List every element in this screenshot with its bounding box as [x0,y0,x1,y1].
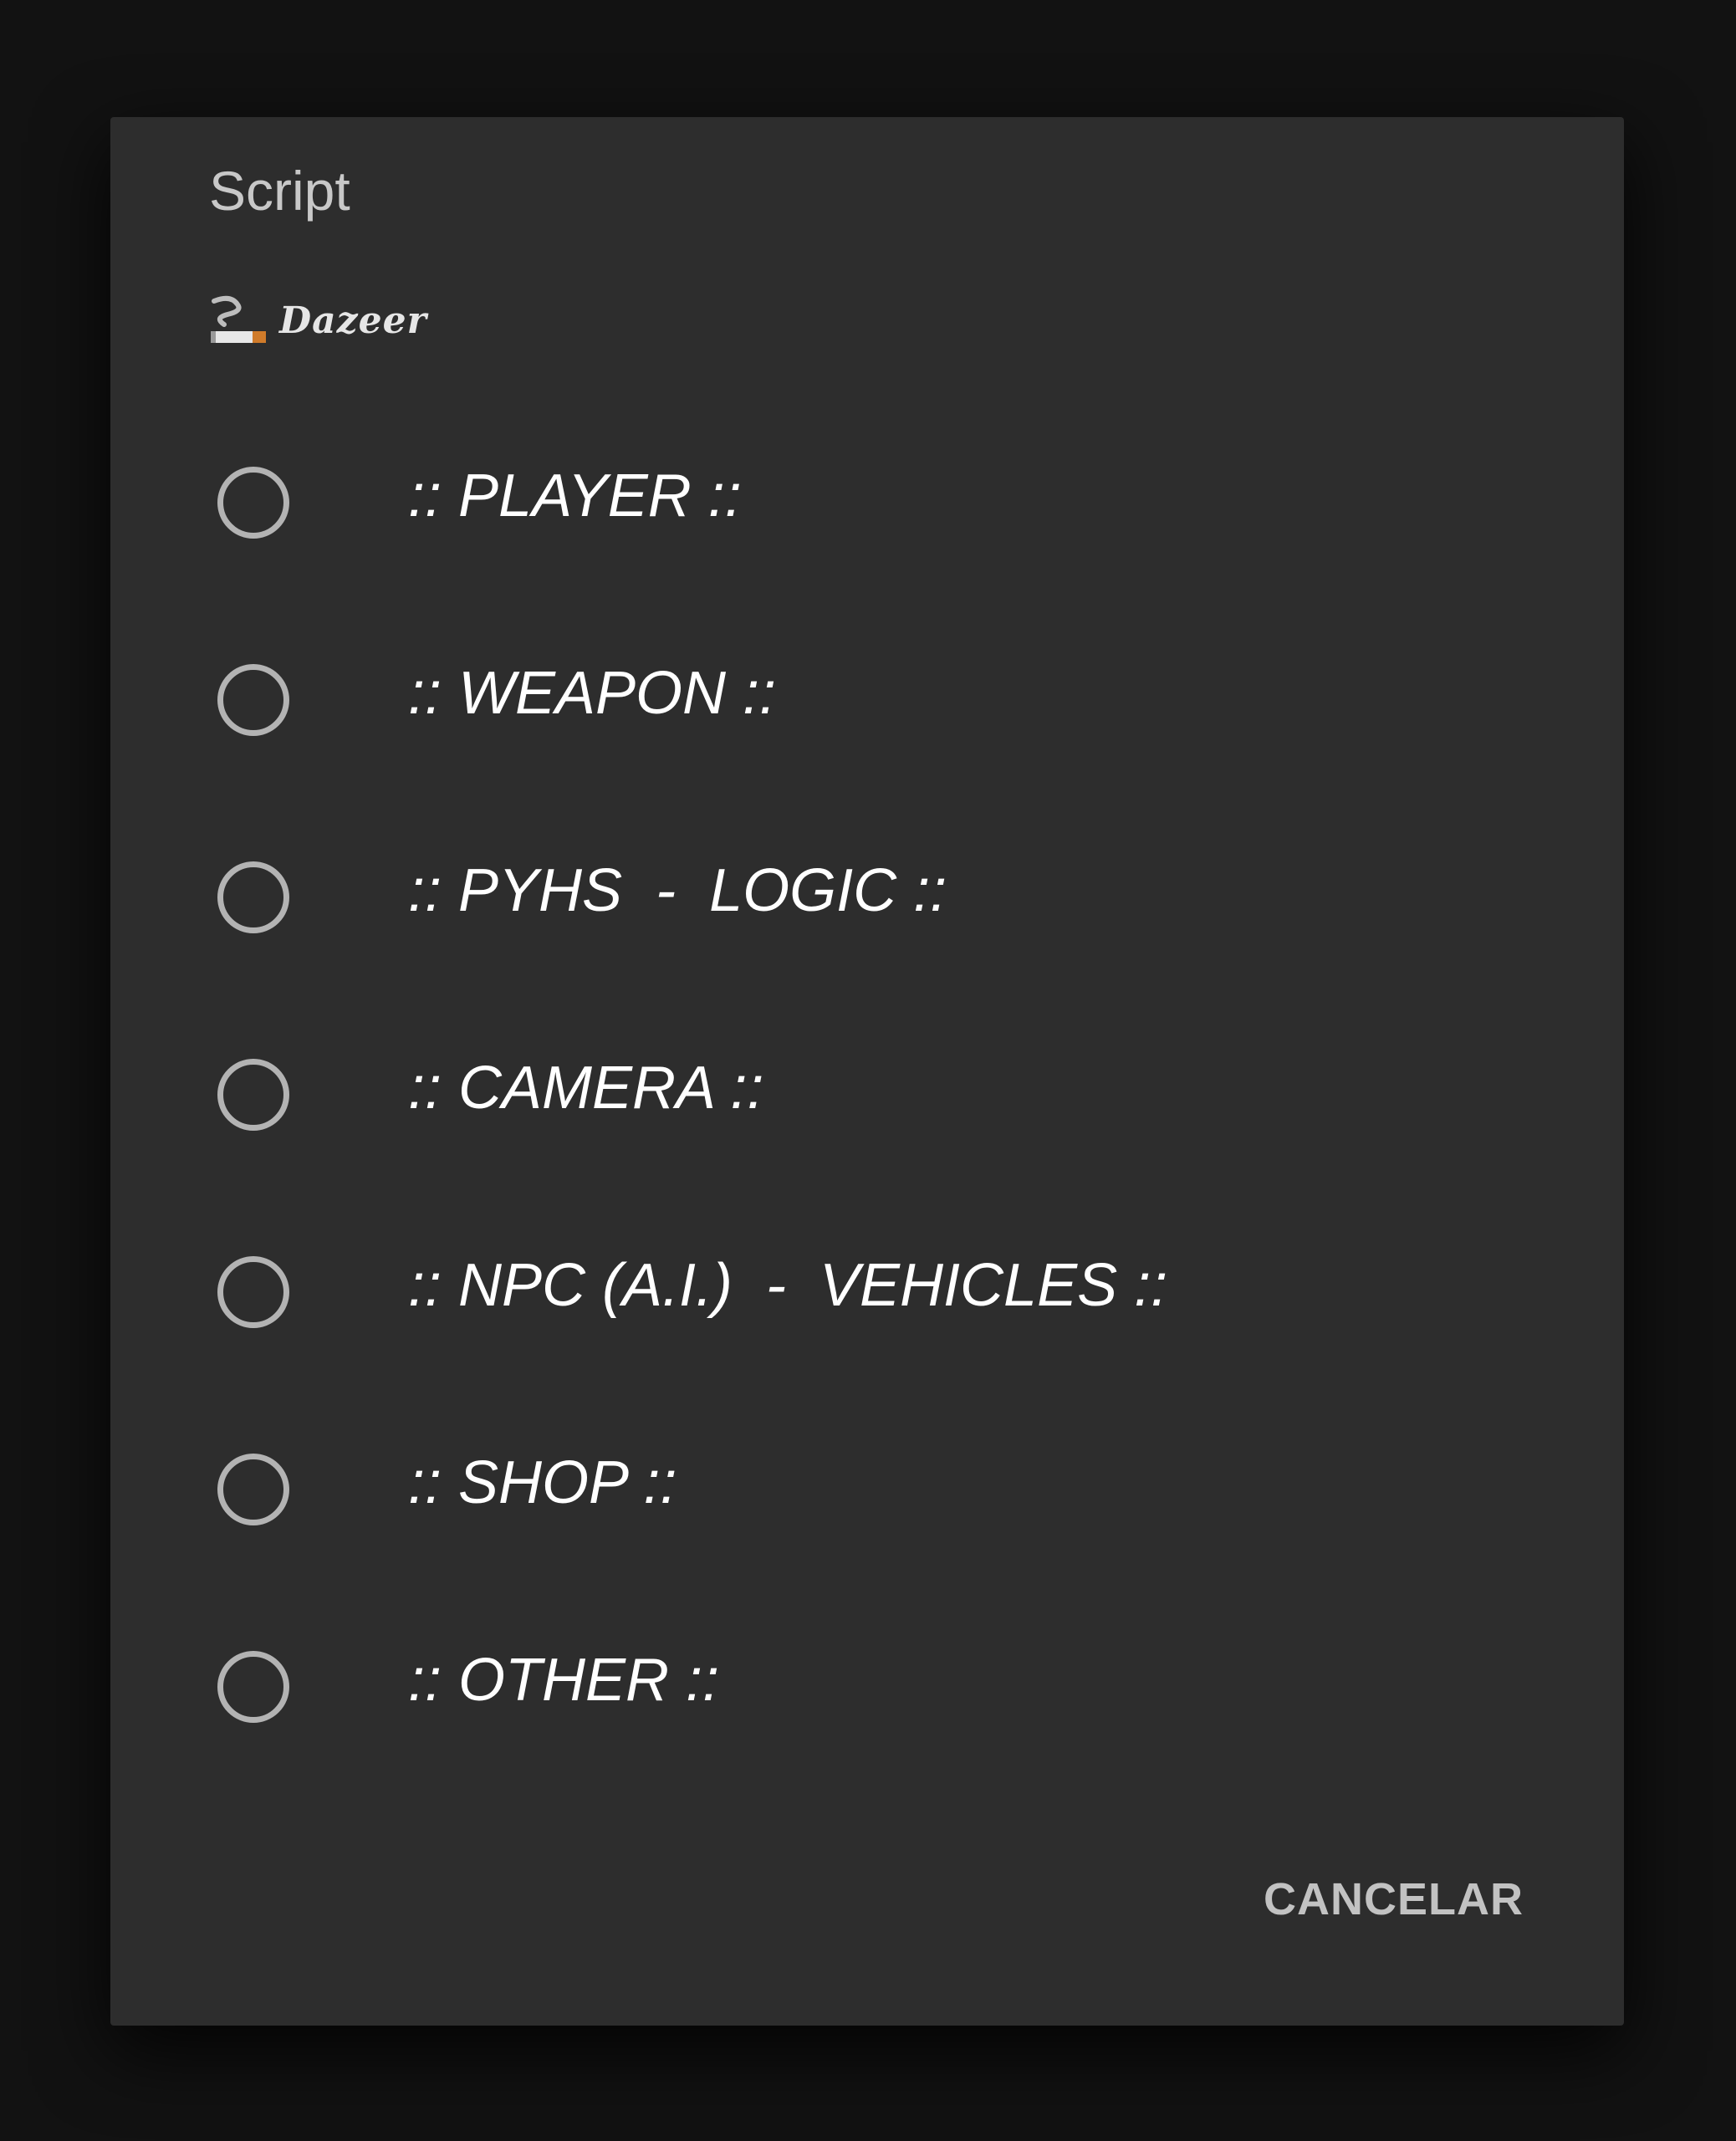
option-label: :: NPC (A.I.) - VEHICLES :: [408,1252,1168,1319]
option-camera[interactable]: :: CAMERA :: [110,997,1624,1194]
option-label: :: CAMERA :: [408,1055,764,1122]
option-npc-vehicles[interactable]: :: NPC (A.I.) - VEHICLES :: [110,1194,1624,1392]
radio-unchecked-icon[interactable] [217,1256,289,1328]
radio-unchecked-icon[interactable] [217,1059,289,1131]
dialog-title: Script [209,160,350,222]
dialog-subtitle: Dazeer [279,299,427,342]
option-label: :: WEAPON :: [408,660,777,727]
option-weapon[interactable]: :: WEAPON :: [110,602,1624,800]
option-label: :: SHOP :: [408,1449,677,1516]
radio-unchecked-icon[interactable] [217,467,289,539]
radio-unchecked-icon[interactable] [217,1454,289,1525]
radio-unchecked-icon[interactable] [217,1651,289,1723]
option-label: :: OTHER :: [408,1647,720,1714]
dialog-subtitle-row: Dazeer [209,291,427,350]
cancel-button[interactable]: CANCELAR [1264,1873,1524,1925]
cigarette-icon [211,295,266,343]
option-shop[interactable]: :: SHOP :: [110,1392,1624,1589]
option-label: :: PLAYER :: [408,462,742,529]
radio-unchecked-icon[interactable] [217,861,289,933]
option-other[interactable]: :: OTHER :: [110,1589,1624,1786]
script-dialog: Script Dazeer :: PLAYER :: :: WEAPON :: … [110,117,1624,2026]
option-player[interactable]: :: PLAYER :: [110,405,1624,602]
radio-unchecked-icon[interactable] [217,664,289,736]
option-phys-logic[interactable]: :: PYHS - LOGIC :: [110,800,1624,997]
option-label: :: PYHS - LOGIC :: [408,857,947,924]
